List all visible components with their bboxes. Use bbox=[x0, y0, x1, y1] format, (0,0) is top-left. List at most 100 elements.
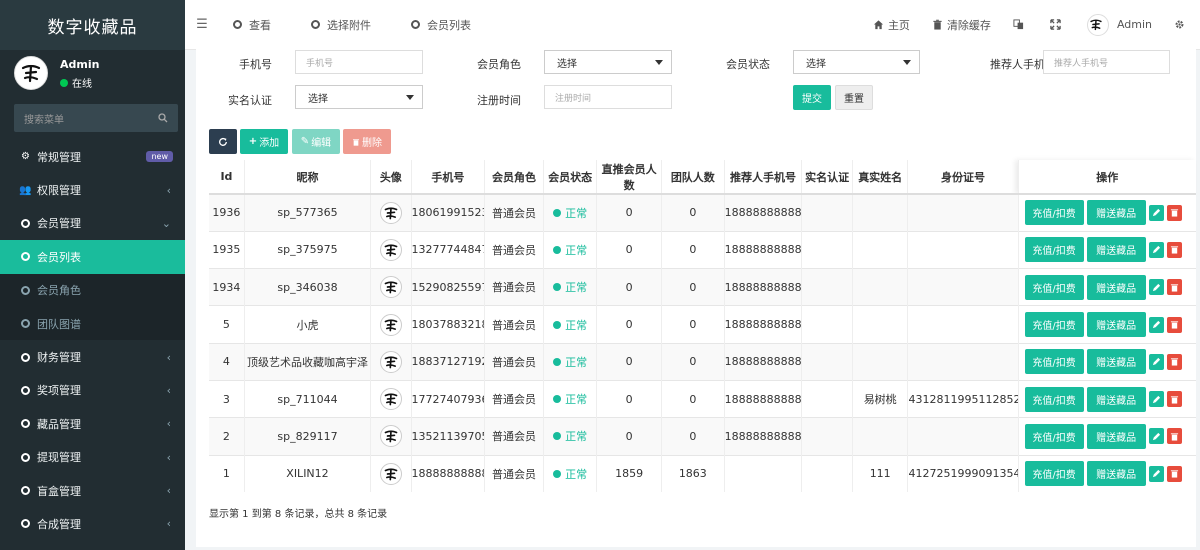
status-select[interactable]: 选择 bbox=[793, 50, 920, 74]
role-select[interactable]: 选择 bbox=[544, 50, 672, 74]
column-header[interactable]: 会员角色 bbox=[484, 160, 544, 195]
sidebar-item-8[interactable]: 藏品管理 ‹ bbox=[0, 407, 185, 440]
gear-icon bbox=[1175, 20, 1184, 29]
column-header[interactable]: 推荐人手机号 bbox=[723, 160, 802, 195]
delete-row-button[interactable] bbox=[1166, 241, 1182, 258]
pencil-icon bbox=[1152, 395, 1160, 403]
table-row[interactable]: 1935 sp_375975 13277744847 普通会员 正常 0 0 18888888… bbox=[209, 230, 1196, 269]
status-badge: 正常 bbox=[553, 242, 587, 258]
delete-row-button[interactable] bbox=[1166, 428, 1182, 445]
tab-view[interactable]: 查看 bbox=[233, 17, 271, 33]
sidebar-item-0[interactable]: ⚙ 常规管理 new bbox=[0, 140, 185, 173]
column-header[interactable]: 头像 bbox=[370, 160, 412, 195]
status-text: 正常 bbox=[565, 355, 588, 369]
column-header[interactable]: 团队人数 bbox=[661, 160, 725, 195]
ref-phone-input[interactable]: 推荐人手机号 bbox=[1043, 50, 1170, 74]
recharge-button[interactable]: 充值/扣费 bbox=[1024, 349, 1084, 375]
add-button[interactable]: + 添加 bbox=[240, 129, 288, 154]
recharge-button[interactable]: 充值/扣费 bbox=[1024, 423, 1084, 449]
delete-row-button[interactable] bbox=[1166, 391, 1182, 408]
recharge-button[interactable]: 充值/扣费 bbox=[1024, 312, 1084, 338]
tab-select-attachment[interactable]: 选择附件 bbox=[311, 17, 371, 33]
cell-nick: 小虎 bbox=[243, 305, 371, 344]
phone-input[interactable]: 手机号 bbox=[295, 50, 423, 74]
tab-member-list[interactable]: 会员列表 bbox=[411, 17, 471, 33]
delete-row-button[interactable] bbox=[1166, 465, 1182, 482]
edit-row-button[interactable] bbox=[1148, 204, 1164, 221]
edit-row-button[interactable] bbox=[1148, 241, 1164, 258]
edit-row-button[interactable] bbox=[1148, 391, 1164, 408]
gift-collectible-button[interactable]: 赠送藏品 bbox=[1086, 461, 1146, 487]
edit-button[interactable]: ✎ 编辑 bbox=[292, 129, 340, 154]
gift-collectible-button[interactable]: 赠送藏品 bbox=[1086, 423, 1146, 449]
table-row[interactable]: 4 顶级艺术品收藏咖高宇泽 18837127192 普通会员 正常 0 0 188888888… bbox=[209, 342, 1196, 381]
phone-placeholder: 手机号 bbox=[306, 58, 334, 69]
gift-collectible-button[interactable]: 赠送藏品 bbox=[1086, 200, 1146, 226]
refresh-button[interactable] bbox=[209, 129, 237, 154]
app-logo-title[interactable]: 数字收藏品 bbox=[0, 0, 185, 50]
realname-select[interactable]: 选择 bbox=[295, 85, 423, 109]
delete-row-button[interactable] bbox=[1166, 353, 1182, 370]
delete-row-button[interactable] bbox=[1166, 204, 1182, 221]
sidebar-item-3[interactable]: 会员列表 bbox=[0, 240, 185, 274]
sidebar-item-7[interactable]: 奖项管理 ‹ bbox=[0, 374, 185, 407]
column-header[interactable]: 昵称 bbox=[243, 160, 371, 195]
reset-button[interactable]: 重置 bbox=[835, 85, 873, 110]
recharge-button[interactable]: 充值/扣费 bbox=[1024, 237, 1084, 263]
column-header[interactable]: 身份证号 bbox=[907, 160, 1019, 195]
sidebar-item-1[interactable]: 👥 权限管理 ‹ bbox=[0, 173, 185, 206]
sidebar-item-10[interactable]: 盲盒管理 ‹ bbox=[0, 474, 185, 507]
submit-button[interactable]: 提交 bbox=[793, 85, 831, 110]
gift-collectible-button[interactable]: 赠送藏品 bbox=[1086, 312, 1146, 338]
hamburger-menu-icon[interactable]: ☰ bbox=[185, 17, 219, 32]
delete-row-button[interactable] bbox=[1166, 316, 1182, 333]
search-icon[interactable] bbox=[158, 113, 168, 123]
gift-collectible-button[interactable]: 赠送藏品 bbox=[1086, 349, 1146, 375]
recharge-button[interactable]: 充值/扣费 bbox=[1024, 200, 1084, 226]
gift-collectible-button[interactable]: 赠送藏品 bbox=[1086, 274, 1146, 300]
cell-real bbox=[801, 193, 853, 232]
sidebar-item-11[interactable]: 合成管理 ‹ bbox=[0, 507, 185, 540]
realname-select-value: 选择 bbox=[308, 93, 328, 105]
sidebar-item-2[interactable]: 会员管理 ⌄ bbox=[0, 207, 185, 240]
table-row[interactable]: 1 XILIN12 18888888888 普通会员 正常 1859 1863 111 4127… bbox=[209, 454, 1196, 493]
sidebar-item-9[interactable]: 提现管理 ‹ bbox=[0, 441, 185, 474]
table-row[interactable]: 5 小虎 18037883218 普通会员 正常 0 0 18888888888 充值/扣费 赠送… bbox=[209, 305, 1196, 344]
recharge-button[interactable]: 充值/扣费 bbox=[1024, 274, 1084, 300]
column-header[interactable]: 会员状态 bbox=[542, 160, 597, 195]
column-header[interactable]: 真实姓名 bbox=[851, 160, 908, 195]
column-header[interactable]: 直推会员人数 bbox=[596, 160, 662, 195]
edit-row-button[interactable] bbox=[1148, 316, 1164, 333]
gift-collectible-button[interactable]: 赠送藏品 bbox=[1086, 237, 1146, 263]
cell-real bbox=[801, 230, 853, 269]
edit-row-button[interactable] bbox=[1148, 279, 1164, 296]
recharge-button[interactable]: 充值/扣费 bbox=[1024, 461, 1084, 487]
delete-row-button[interactable] bbox=[1166, 279, 1182, 296]
table-header: Id 昵称 头像 手机号 会员角色 会员状态 直推会员人数 团队人数 推荐人手机号 实名认证 真实姓… bbox=[209, 160, 1196, 195]
table-row[interactable]: 1934 sp_346038 15290825597 普通会员 正常 0 0 18888888… bbox=[209, 268, 1196, 306]
edit-row-button[interactable] bbox=[1148, 465, 1164, 482]
edit-row-button[interactable] bbox=[1148, 353, 1164, 370]
edit-row-button[interactable] bbox=[1148, 428, 1164, 445]
sidebar-item-4[interactable]: 会员角色 bbox=[0, 273, 185, 307]
gift-collectible-button[interactable]: 赠送藏品 bbox=[1086, 386, 1146, 412]
column-header[interactable]: 手机号 bbox=[410, 160, 485, 195]
regtime-input[interactable]: 注册时间 bbox=[544, 85, 672, 109]
column-header[interactable]: Id bbox=[209, 160, 245, 195]
sidebar-item-5[interactable]: 团队图谱 bbox=[0, 306, 185, 341]
recharge-button[interactable]: 充值/扣费 bbox=[1024, 386, 1084, 412]
table-row[interactable]: 1936 sp_577365 18061991523 普通会员 正常 0 0 18888888… bbox=[209, 193, 1196, 232]
sidebar-item-6[interactable]: 财务管理 ‹ bbox=[0, 340, 185, 373]
column-header[interactable]: 操作 bbox=[1017, 160, 1196, 195]
circle-icon bbox=[20, 251, 31, 262]
table-row[interactable]: 2 sp_829117 13521139705 普通会员 正常 0 0 18888888888… bbox=[209, 417, 1196, 456]
delete-button[interactable]: 删除 bbox=[343, 129, 391, 154]
cell-real bbox=[801, 268, 853, 306]
status-dot-icon bbox=[553, 320, 562, 329]
table-row[interactable]: 3 sp_711044 17727407936 普通会员 正常 0 0 18888888888… bbox=[209, 379, 1196, 418]
column-header[interactable]: 实名认证 bbox=[801, 160, 853, 195]
cell-direct: 0 bbox=[596, 230, 662, 269]
sidebar-search-input[interactable]: 搜索菜单 bbox=[14, 104, 178, 132]
status-badge: 正常 bbox=[553, 354, 587, 370]
pencil-icon bbox=[1152, 320, 1160, 329]
